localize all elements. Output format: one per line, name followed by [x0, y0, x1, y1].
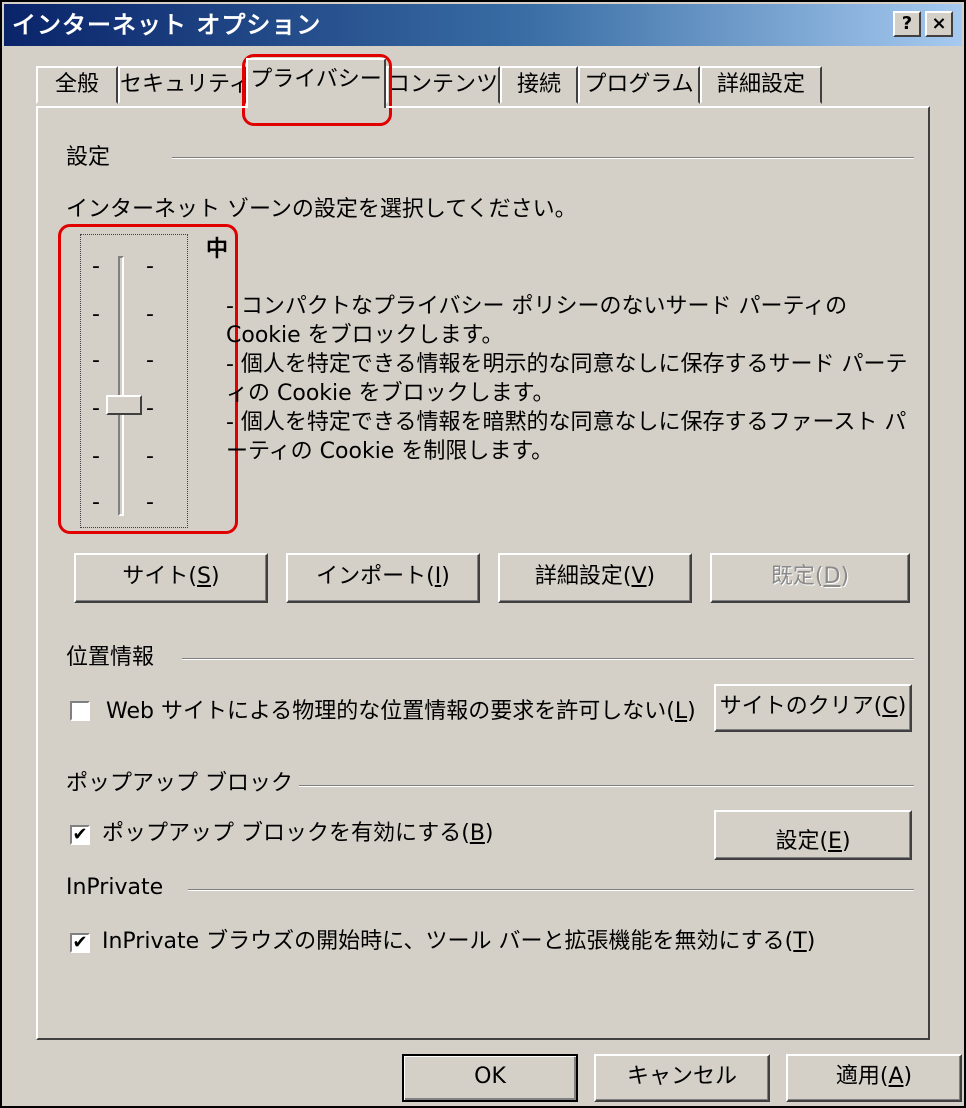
location-checkbox-label[interactable]: Web サイトによる物理的な位置情報の要求を許可しない(L)	[106, 698, 696, 726]
popup-settings-key: E	[828, 829, 842, 854]
internet-options-window: インターネット オプション ? × 全般 セキュリティ プライバシー コンテンツ…	[0, 0, 966, 1108]
clear-sites-button[interactable]: サイトのクリア(C)	[714, 684, 912, 732]
cancel-button[interactable]: キャンセル	[594, 1054, 770, 1102]
settings-divider	[172, 157, 914, 159]
advanced-button-end: )	[646, 564, 656, 589]
sites-button-key: S	[197, 564, 211, 589]
popup-divider	[260, 785, 914, 787]
default-button[interactable]: 既定(D)	[710, 553, 910, 603]
slider-highlight	[58, 224, 238, 534]
popup-label-end: )	[484, 821, 494, 846]
clear-sites-label: サイトのクリア(	[719, 694, 883, 719]
location-checkbox[interactable]	[70, 701, 90, 721]
popup-label-text: ポップアップ ブロックを有効にする(	[102, 821, 470, 846]
help-button[interactable]: ?	[893, 11, 921, 37]
popup-checkbox-label[interactable]: ポップアップ ブロックを有効にする(B)	[102, 820, 494, 848]
popup-settings-end: )	[841, 829, 851, 854]
inprivate-label-key: T	[793, 929, 807, 954]
tab-privacy[interactable]: プライバシー	[246, 58, 386, 108]
popup-checkbox[interactable]: ✔	[70, 825, 90, 845]
inprivate-divider	[188, 889, 914, 891]
popup-settings-label: 設定(	[775, 829, 829, 854]
location-section-label: 位置情報	[66, 644, 161, 672]
advanced-button-label: 詳細設定(	[534, 564, 632, 589]
description-line: - 個人を特定できる情報を明示的な同意なしに保存するサード パーティの Cook…	[226, 352, 908, 406]
inprivate-checkbox-label[interactable]: InPrivate ブラウズの開始時に、ツール バーと拡張機能を無効にする(T)	[102, 928, 815, 956]
title-bar[interactable]: インターネット オプション ? ×	[4, 4, 962, 46]
settings-prompt: インターネット ゾーンの設定を選択してください。	[66, 197, 577, 222]
sites-button-end: )	[210, 564, 220, 589]
tab-general[interactable]: 全般	[36, 66, 118, 104]
window-title: インターネット オプション	[12, 11, 322, 39]
close-icon: ×	[931, 13, 947, 34]
clear-sites-key: C	[882, 694, 898, 719]
location-label-text: Web サイトによる物理的な位置情報の要求を許可しない(	[106, 699, 675, 724]
inprivate-section-label: InPrivate	[66, 874, 170, 902]
tab-security[interactable]: セキュリティ	[118, 66, 251, 104]
apply-button-end: )	[903, 1064, 913, 1089]
settings-section-label: 設定	[66, 144, 117, 172]
popup-label-key: B	[469, 821, 485, 846]
popup-section-label: ポップアップ ブロック	[66, 770, 299, 798]
description-line: - 個人を特定できる情報を暗黙的な同意なしに保存するファースト パーティの Co…	[226, 410, 907, 464]
location-divider	[182, 658, 914, 660]
tab-advanced[interactable]: 詳細設定	[700, 66, 822, 104]
popup-settings-button[interactable]: 設定(E)	[714, 810, 912, 860]
import-button-end: )	[441, 564, 450, 589]
default-button-key: D	[823, 564, 841, 589]
location-label-end: )	[687, 699, 696, 724]
sites-button[interactable]: サイト(S)	[74, 553, 268, 603]
clear-sites-end: )	[897, 694, 907, 719]
description-line: - コンパクトなプライバシー ポリシーのないサード パーティの Cookie を…	[226, 294, 848, 348]
import-button[interactable]: インポート(I)	[286, 553, 480, 603]
apply-button[interactable]: 適用(A)	[786, 1054, 962, 1102]
close-button[interactable]: ×	[925, 11, 953, 37]
tab-programs[interactable]: プログラム	[578, 66, 700, 104]
check-icon: ✔	[72, 932, 88, 953]
advanced-button[interactable]: 詳細設定(V)	[498, 553, 692, 603]
advanced-button-key: V	[631, 564, 647, 589]
tab-content[interactable]: コンテンツ	[386, 66, 500, 104]
sites-button-label: サイト(	[122, 564, 198, 589]
privacy-level-label: 中	[206, 237, 229, 262]
inprivate-label-end: )	[806, 929, 816, 954]
check-icon: ✔	[72, 824, 88, 845]
apply-button-label: 適用(	[835, 1064, 889, 1089]
import-button-label: インポート(	[316, 564, 435, 589]
inprivate-checkbox[interactable]: ✔	[70, 933, 90, 953]
default-button-label: 既定(	[770, 564, 824, 589]
privacy-level-description: - コンパクトなプライバシー ポリシーのないサード パーティの Cookie を…	[226, 292, 916, 466]
tab-connections[interactable]: 接続	[500, 66, 578, 104]
apply-button-key: A	[888, 1064, 904, 1089]
default-button-end: )	[840, 564, 850, 589]
inprivate-label-text: InPrivate ブラウズの開始時に、ツール バーと拡張機能を無効にする(	[102, 929, 794, 954]
help-icon: ?	[901, 13, 913, 34]
ok-button[interactable]: OK	[402, 1054, 578, 1102]
location-label-key: L	[674, 699, 688, 724]
